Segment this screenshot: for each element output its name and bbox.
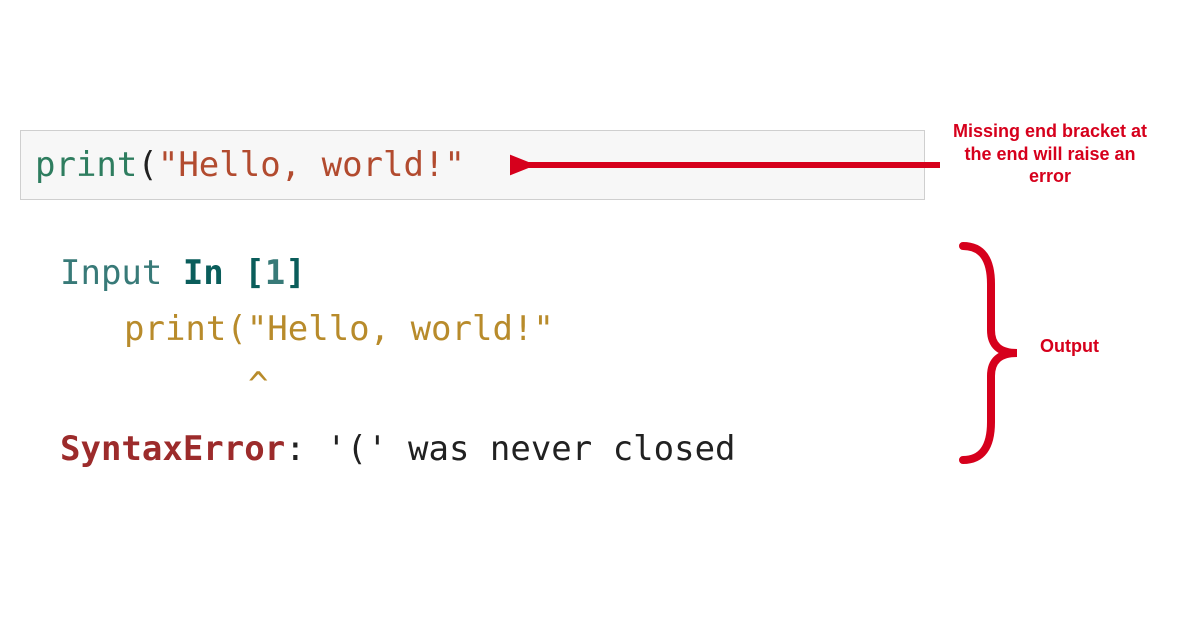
curly-brace-icon (955, 238, 1035, 468)
output-input-word: Input (60, 253, 183, 293)
code-token-open-paren: ( (137, 145, 157, 185)
code-token-string: "Hello, world!" (158, 145, 465, 185)
output-in-word: In (183, 253, 244, 293)
output-bracket-close: ] (285, 253, 305, 293)
output-echo-line: print("Hello, world!" (60, 301, 736, 357)
output-line-header: Input In [1] (60, 253, 306, 293)
output-block: Input In [1] print("Hello, world!" ^ Syn… (60, 245, 736, 477)
code-token-function: print (35, 145, 137, 185)
output-error-line: SyntaxError: '(' was never closed (60, 421, 736, 477)
output-cell-number: 1 (265, 253, 285, 293)
output-error-colon: : (285, 429, 326, 469)
output-error-msg: '(' was never closed (326, 429, 735, 469)
output-bracket-open: [ (244, 253, 264, 293)
code-input-cell[interactable]: print("Hello, world!" (20, 130, 925, 200)
output-error-name: SyntaxError (60, 429, 285, 469)
output-caret-indicator: ^ (60, 357, 736, 413)
annotation-missing-bracket: Missing end bracket at the end will rais… (950, 120, 1150, 188)
annotation-output-label: Output (1040, 335, 1160, 358)
